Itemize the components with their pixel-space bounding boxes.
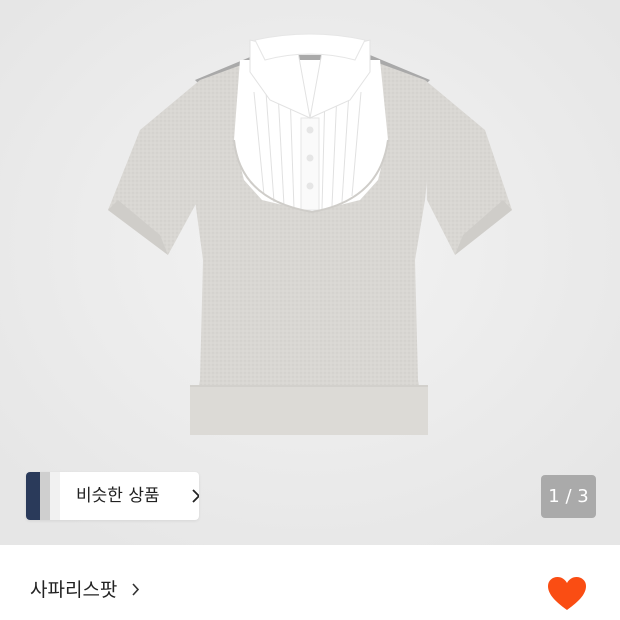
product-photo	[0, 0, 620, 545]
heart-icon[interactable]	[547, 576, 587, 612]
chevron-right-icon	[192, 489, 199, 503]
chevron-right-icon	[132, 582, 140, 596]
product-info: 사파리스팟	[0, 545, 620, 620]
image-page-counter: 1 / 3	[541, 475, 596, 518]
similar-products-label: 비슷한 상품	[76, 486, 160, 506]
brand-link[interactable]: 사파리스팟	[30, 575, 140, 605]
similar-product-thumbnails	[26, 472, 60, 520]
product-image-gallery[interactable]: 비슷한 상품 1 / 3	[0, 0, 620, 545]
brand-name: 사파리스팟	[30, 579, 118, 601]
similar-products-button[interactable]: 비슷한 상품	[26, 472, 199, 520]
